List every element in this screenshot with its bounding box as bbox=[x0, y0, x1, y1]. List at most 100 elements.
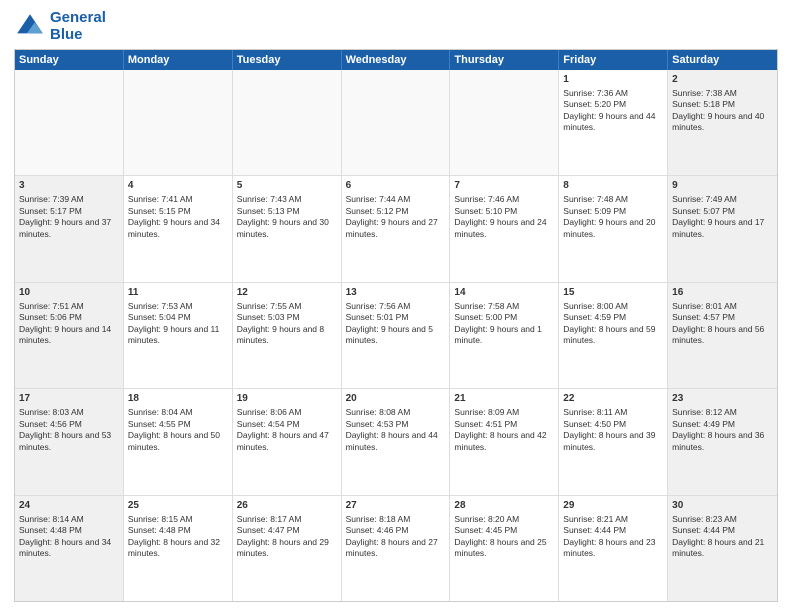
day-info: Sunrise: 7:46 AM Sunset: 5:10 PM Dayligh… bbox=[454, 194, 554, 240]
calendar-cell: 29 Sunrise: 8:21 AM Sunset: 4:44 PM Dayli… bbox=[559, 496, 668, 601]
day-info: Sunrise: 7:49 AM Sunset: 5:07 PM Dayligh… bbox=[672, 194, 773, 240]
calendar-header: SundayMondayTuesdayWednesdayThursdayFrid… bbox=[15, 50, 777, 70]
calendar-cell: 7 Sunrise: 7:46 AM Sunset: 5:10 PM Daylig… bbox=[450, 176, 559, 281]
day-number: 15 bbox=[563, 286, 663, 299]
calendar-cell: 30Sunrise: 8:23 AM Sunset: 4:44 PM Dayli… bbox=[668, 496, 777, 601]
calendar-week: 17 Sunrise: 8:03 AM Sunset: 4:56 PM Dayli… bbox=[15, 389, 777, 495]
day-number: 12 bbox=[237, 286, 337, 299]
day-number: 10 bbox=[19, 286, 119, 299]
day-number: 4 bbox=[128, 179, 228, 192]
day-number: 17 bbox=[19, 392, 119, 405]
calendar-week: 1Sunrise: 7:36 AM Sunset: 5:20 PM Daylig… bbox=[15, 70, 777, 176]
day-number: 21 bbox=[454, 392, 554, 405]
calendar-cell bbox=[342, 70, 451, 175]
logo-icon bbox=[14, 11, 46, 43]
calendar-week: 24 Sunrise: 8:14 AM Sunset: 4:48 PM Dayli… bbox=[15, 496, 777, 601]
calendar-day-header: Thursday bbox=[450, 50, 559, 70]
day-number: 11 bbox=[128, 286, 228, 299]
day-number: 14 bbox=[454, 286, 554, 299]
calendar-cell: 24 Sunrise: 8:14 AM Sunset: 4:48 PM Dayli… bbox=[15, 496, 124, 601]
day-number: 2 bbox=[672, 73, 773, 86]
day-info: Sunrise: 7:38 AM Sunset: 5:18 PM Dayligh… bbox=[672, 88, 773, 134]
day-number: 9 bbox=[672, 179, 773, 192]
day-number: 25 bbox=[128, 499, 228, 512]
day-number: 29 bbox=[563, 499, 663, 512]
calendar-cell: 26 Sunrise: 8:17 AM Sunset: 4:47 PM Dayli… bbox=[233, 496, 342, 601]
day-number: 3 bbox=[19, 179, 119, 192]
day-info: Sunrise: 7:55 AM Sunset: 5:03 PM Dayligh… bbox=[237, 301, 337, 347]
calendar-cell: 20Sunrise: 8:08 AM Sunset: 4:53 PM Dayli… bbox=[342, 389, 451, 494]
day-info: Sunrise: 7:39 AM Sunset: 5:17 PM Dayligh… bbox=[19, 194, 119, 240]
day-number: 20 bbox=[346, 392, 446, 405]
calendar-day-header: Saturday bbox=[668, 50, 777, 70]
day-info: Sunrise: 8:21 AM Sunset: 4:44 PM Dayligh… bbox=[563, 514, 663, 560]
calendar-cell bbox=[450, 70, 559, 175]
day-info: Sunrise: 8:01 AM Sunset: 4:57 PM Dayligh… bbox=[672, 301, 773, 347]
logo: General Blue bbox=[14, 10, 106, 43]
calendar-cell: 28Sunrise: 8:20 AM Sunset: 4:45 PM Dayli… bbox=[450, 496, 559, 601]
day-info: Sunrise: 8:12 AM Sunset: 4:49 PM Dayligh… bbox=[672, 407, 773, 453]
day-info: Sunrise: 7:58 AM Sunset: 5:00 PM Dayligh… bbox=[454, 301, 554, 347]
calendar-cell: 11 Sunrise: 7:53 AM Sunset: 5:04 PM Dayli… bbox=[124, 283, 233, 388]
calendar-cell: 1Sunrise: 7:36 AM Sunset: 5:20 PM Daylig… bbox=[559, 70, 668, 175]
day-info: Sunrise: 8:09 AM Sunset: 4:51 PM Dayligh… bbox=[454, 407, 554, 453]
day-number: 6 bbox=[346, 179, 446, 192]
calendar-cell: 5Sunrise: 7:43 AM Sunset: 5:13 PM Daylig… bbox=[233, 176, 342, 281]
calendar-cell: 10 Sunrise: 7:51 AM Sunset: 5:06 PM Dayli… bbox=[15, 283, 124, 388]
calendar-cell: 23 Sunrise: 8:12 AM Sunset: 4:49 PM Dayli… bbox=[668, 389, 777, 494]
calendar-cell: 2 Sunrise: 7:38 AM Sunset: 5:18 PM Daylig… bbox=[668, 70, 777, 175]
day-number: 26 bbox=[237, 499, 337, 512]
calendar-body: 1Sunrise: 7:36 AM Sunset: 5:20 PM Daylig… bbox=[15, 70, 777, 601]
day-number: 30 bbox=[672, 499, 773, 512]
calendar-cell: 3 Sunrise: 7:39 AM Sunset: 5:17 PM Daylig… bbox=[15, 176, 124, 281]
day-info: Sunrise: 8:06 AM Sunset: 4:54 PM Dayligh… bbox=[237, 407, 337, 453]
day-info: Sunrise: 8:11 AM Sunset: 4:50 PM Dayligh… bbox=[563, 407, 663, 453]
day-info: Sunrise: 7:36 AM Sunset: 5:20 PM Dayligh… bbox=[563, 88, 663, 134]
calendar-cell: 25 Sunrise: 8:15 AM Sunset: 4:48 PM Dayli… bbox=[124, 496, 233, 601]
header: General Blue bbox=[14, 10, 778, 43]
day-info: Sunrise: 7:44 AM Sunset: 5:12 PM Dayligh… bbox=[346, 194, 446, 240]
logo-text: General Blue bbox=[50, 10, 106, 43]
day-number: 19 bbox=[237, 392, 337, 405]
day-info: Sunrise: 8:04 AM Sunset: 4:55 PM Dayligh… bbox=[128, 407, 228, 453]
calendar-cell bbox=[233, 70, 342, 175]
day-number: 23 bbox=[672, 392, 773, 405]
day-number: 27 bbox=[346, 499, 446, 512]
day-info: Sunrise: 8:14 AM Sunset: 4:48 PM Dayligh… bbox=[19, 514, 119, 560]
calendar-cell bbox=[124, 70, 233, 175]
day-number: 8 bbox=[563, 179, 663, 192]
day-info: Sunrise: 7:41 AM Sunset: 5:15 PM Dayligh… bbox=[128, 194, 228, 240]
calendar-cell bbox=[15, 70, 124, 175]
calendar-cell: 14 Sunrise: 7:58 AM Sunset: 5:00 PM Dayli… bbox=[450, 283, 559, 388]
calendar-cell: 15 Sunrise: 8:00 AM Sunset: 4:59 PM Dayli… bbox=[559, 283, 668, 388]
calendar-day-header: Friday bbox=[559, 50, 668, 70]
day-info: Sunrise: 8:20 AM Sunset: 4:45 PM Dayligh… bbox=[454, 514, 554, 560]
day-info: Sunrise: 8:15 AM Sunset: 4:48 PM Dayligh… bbox=[128, 514, 228, 560]
calendar-day-header: Sunday bbox=[15, 50, 124, 70]
calendar-week: 3 Sunrise: 7:39 AM Sunset: 5:17 PM Daylig… bbox=[15, 176, 777, 282]
day-info: Sunrise: 8:18 AM Sunset: 4:46 PM Dayligh… bbox=[346, 514, 446, 560]
day-number: 7 bbox=[454, 179, 554, 192]
day-number: 13 bbox=[346, 286, 446, 299]
page: General Blue SundayMondayTuesdayWednesda… bbox=[0, 0, 792, 612]
day-info: Sunrise: 8:00 AM Sunset: 4:59 PM Dayligh… bbox=[563, 301, 663, 347]
day-number: 18 bbox=[128, 392, 228, 405]
day-number: 24 bbox=[19, 499, 119, 512]
calendar-week: 10 Sunrise: 7:51 AM Sunset: 5:06 PM Dayli… bbox=[15, 283, 777, 389]
calendar-cell: 17 Sunrise: 8:03 AM Sunset: 4:56 PM Dayli… bbox=[15, 389, 124, 494]
calendar-cell: 22 Sunrise: 8:11 AM Sunset: 4:50 PM Dayli… bbox=[559, 389, 668, 494]
day-info: Sunrise: 7:51 AM Sunset: 5:06 PM Dayligh… bbox=[19, 301, 119, 347]
day-info: Sunrise: 8:17 AM Sunset: 4:47 PM Dayligh… bbox=[237, 514, 337, 560]
calendar-cell: 16Sunrise: 8:01 AM Sunset: 4:57 PM Dayli… bbox=[668, 283, 777, 388]
calendar-cell: 12 Sunrise: 7:55 AM Sunset: 5:03 PM Dayli… bbox=[233, 283, 342, 388]
day-info: Sunrise: 7:53 AM Sunset: 5:04 PM Dayligh… bbox=[128, 301, 228, 347]
day-number: 22 bbox=[563, 392, 663, 405]
calendar-cell: 8Sunrise: 7:48 AM Sunset: 5:09 PM Daylig… bbox=[559, 176, 668, 281]
calendar-cell: 21 Sunrise: 8:09 AM Sunset: 4:51 PM Dayli… bbox=[450, 389, 559, 494]
day-info: Sunrise: 7:56 AM Sunset: 5:01 PM Dayligh… bbox=[346, 301, 446, 347]
day-number: 5 bbox=[237, 179, 337, 192]
calendar-day-header: Tuesday bbox=[233, 50, 342, 70]
calendar-day-header: Monday bbox=[124, 50, 233, 70]
day-info: Sunrise: 8:03 AM Sunset: 4:56 PM Dayligh… bbox=[19, 407, 119, 453]
calendar-cell: 18 Sunrise: 8:04 AM Sunset: 4:55 PM Dayli… bbox=[124, 389, 233, 494]
